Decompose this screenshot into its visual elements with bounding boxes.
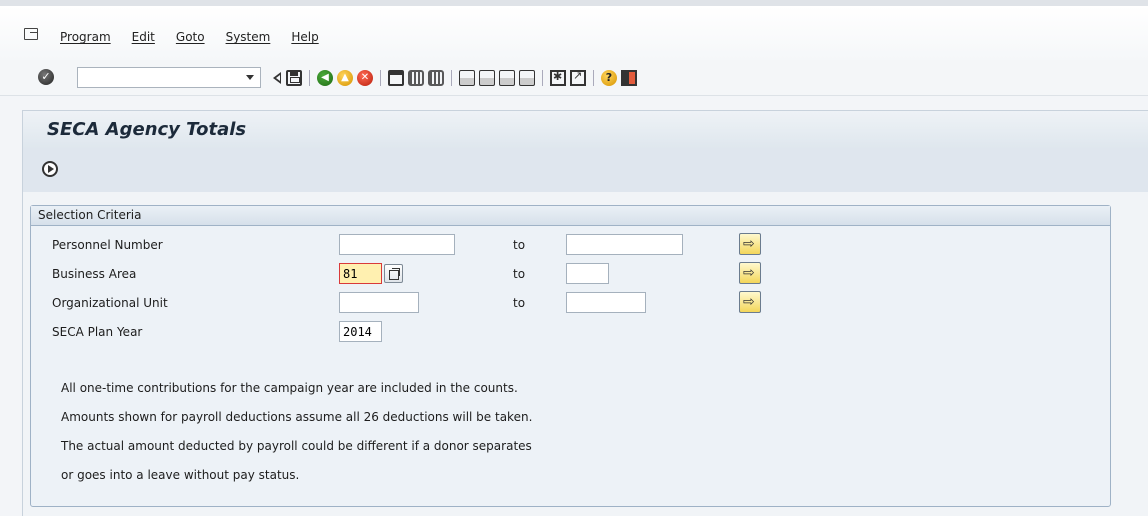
organizational-unit-label: Organizational Unit [52, 296, 168, 310]
command-field[interactable] [77, 67, 261, 88]
business-area-label: Business Area [52, 267, 137, 281]
business-area-to-input[interactable] [566, 263, 609, 284]
menu-program[interactable]: Program [60, 30, 111, 44]
exit-icon[interactable]: ▲ [337, 70, 353, 86]
menu-help[interactable]: Help [291, 30, 318, 44]
copy-icon[interactable] [384, 264, 403, 283]
toolbar-icons: ◀ ▲ ✕ ? [272, 67, 641, 89]
seca-plan-year-input[interactable] [339, 321, 382, 342]
standard-toolbar: ✓ ◀ ▲ ✕ ? [0, 60, 1148, 96]
chevron-down-icon[interactable] [246, 75, 254, 80]
page-title: SECA Agency Totals [47, 119, 247, 140]
find-icon[interactable] [408, 70, 424, 86]
previous-page-icon[interactable] [479, 70, 495, 86]
execute-icon[interactable] [42, 161, 58, 177]
menu-edit[interactable]: Edit [132, 30, 155, 44]
seca-plan-year-label: SECA Plan Year [52, 325, 143, 339]
new-session-icon[interactable] [550, 70, 566, 86]
save-icon[interactable] [286, 70, 302, 86]
to-label: to [513, 267, 526, 281]
back-icon[interactable]: ◀ [317, 70, 333, 86]
menu-icon[interactable] [24, 28, 38, 40]
note-line: Amounts shown for payroll deductions ass… [61, 410, 533, 424]
note-line: All one-time contributions for the campa… [61, 381, 518, 395]
menu-goto[interactable]: Goto [176, 30, 205, 44]
cancel-icon[interactable]: ✕ [357, 70, 373, 86]
organizational-unit-from-input[interactable] [339, 292, 419, 313]
find-next-icon[interactable] [428, 70, 444, 86]
note-line: or goes into a leave without pay status. [61, 468, 300, 482]
menu-bar: Program Edit Goto System Help [0, 0, 1148, 60]
customize-layout-icon[interactable] [621, 70, 637, 86]
toolbar-separator [593, 70, 594, 86]
first-page-icon[interactable] [459, 70, 475, 86]
enter-icon[interactable]: ✓ [38, 69, 54, 85]
personnel-number-from-input[interactable] [339, 234, 455, 255]
last-page-icon[interactable] [519, 70, 535, 86]
title-bar: SECA Agency Totals [22, 110, 1148, 148]
toolbar-separator [542, 70, 543, 86]
menu-items: Program Edit Goto System Help [60, 30, 340, 44]
multiple-selection-button[interactable] [739, 262, 761, 284]
print-icon[interactable] [388, 70, 404, 86]
note-line: The actual amount deducted by payroll co… [61, 439, 532, 453]
menu-system[interactable]: System [226, 30, 271, 44]
personnel-number-to-input[interactable] [566, 234, 683, 255]
organizational-unit-to-input[interactable] [566, 292, 646, 313]
toolbar-separator [451, 70, 452, 86]
shortcut-icon[interactable] [570, 69, 586, 86]
application-toolbar [22, 148, 1148, 192]
personnel-number-label: Personnel Number [52, 238, 163, 252]
help-icon[interactable]: ? [601, 70, 617, 86]
toolbar-separator [309, 70, 310, 86]
to-label: to [513, 238, 526, 252]
multiple-selection-button[interactable] [739, 233, 761, 255]
multiple-selection-button[interactable] [739, 291, 761, 313]
collapse-icon[interactable] [272, 71, 282, 85]
to-label: to [513, 296, 526, 310]
business-area-from-input[interactable] [339, 263, 382, 284]
next-page-icon[interactable] [499, 70, 515, 86]
group-title: Selection Criteria [31, 206, 1110, 226]
toolbar-separator [380, 70, 381, 86]
